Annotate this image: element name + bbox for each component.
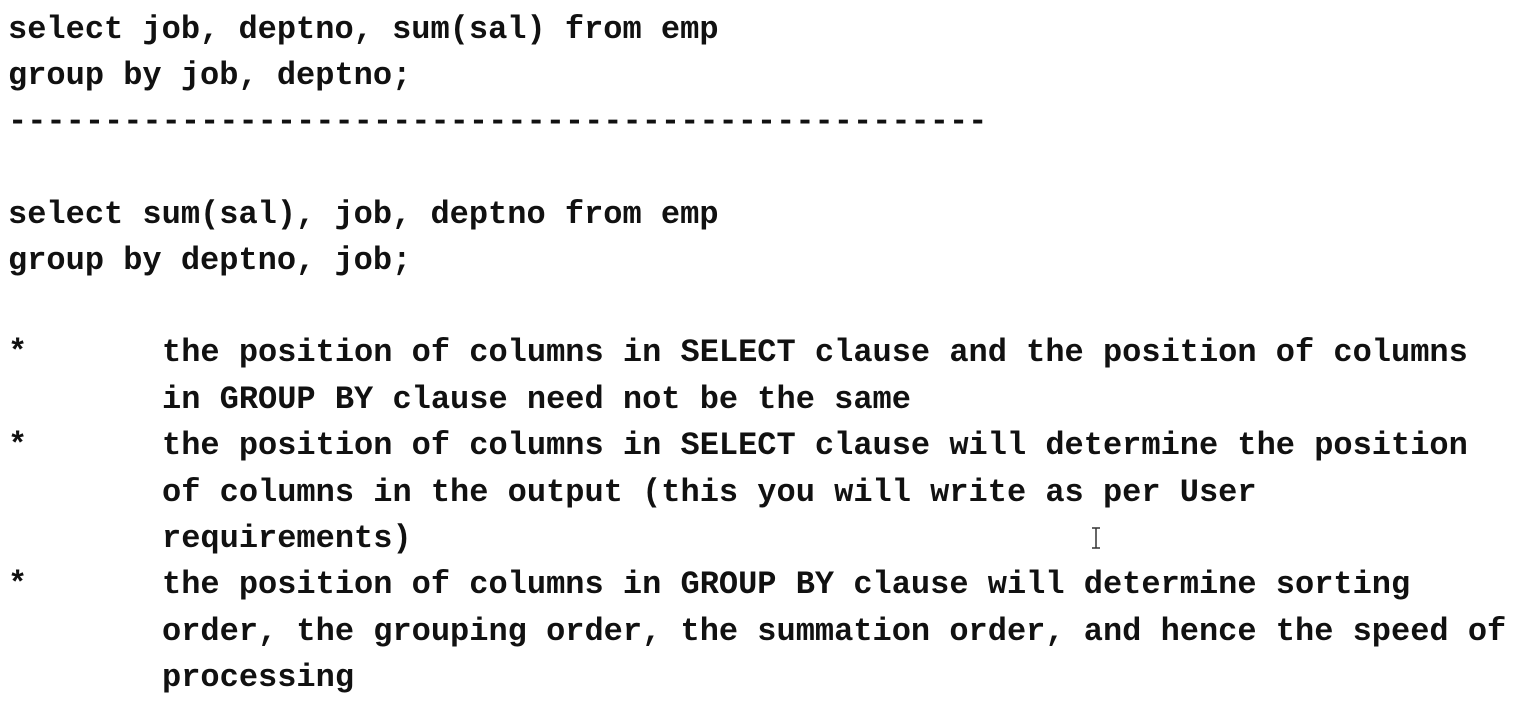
separator-line: ----------------------------------------… [8,103,988,140]
bullet-text: the position of columns in SELECT clause… [162,334,1468,418]
query2-line1: select sum(sal), job, deptno from emp [8,196,719,233]
bullet-marker: * [8,427,28,464]
text-cursor-icon [1090,526,1102,550]
query1-line2: group by job, deptno; [8,57,412,94]
bullet-text: the position of columns in SELECT clause… [162,427,1468,557]
query2-line2: group by deptno, job; [8,242,412,279]
bullet-marker: * [8,334,28,371]
query1-line1: select job, deptno, sum(sal) from emp [8,11,719,48]
text-cursor-icon-graphic [1092,527,1100,549]
bullet-marker: * [8,566,28,603]
bullet-text: the position of columns in GROUP BY clau… [162,566,1507,696]
document-page: select job, deptno, sum(sal) from emp gr… [0,0,1528,702]
